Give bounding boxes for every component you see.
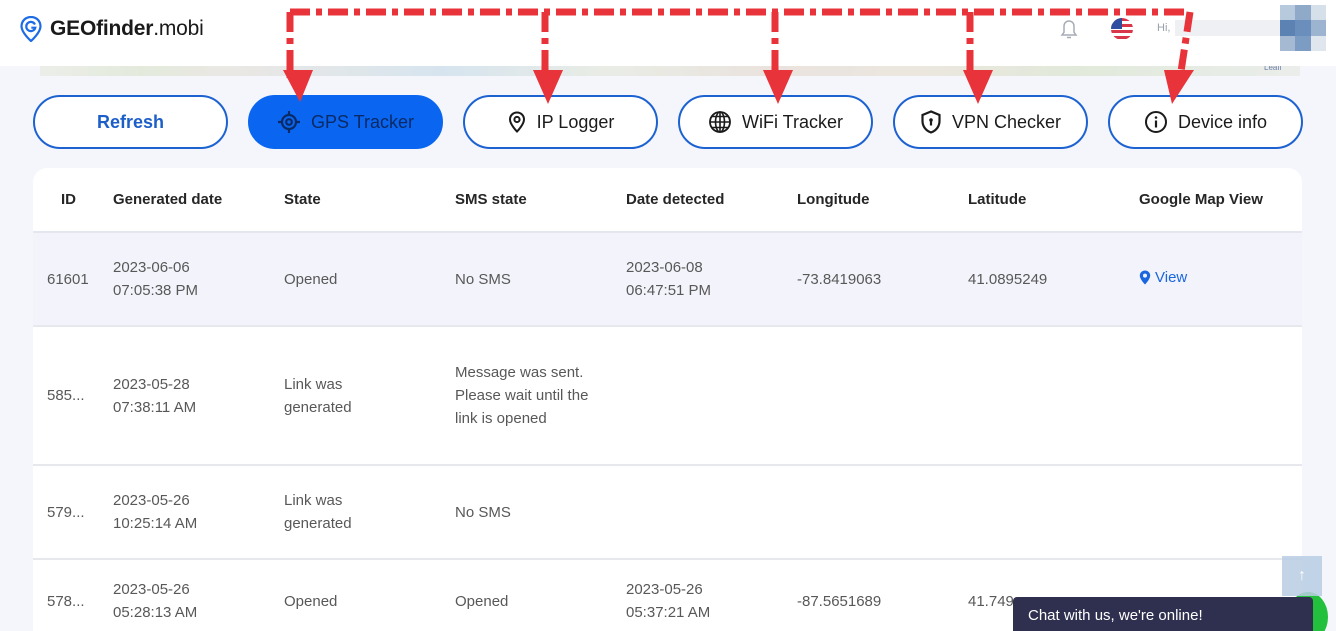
column-header-latitude[interactable]: Latitude bbox=[968, 191, 1139, 208]
detected-date: 2023-06-08 bbox=[626, 259, 703, 276]
map-view-label: View bbox=[1155, 269, 1188, 286]
site-logo[interactable]: GEOfinder.mobi bbox=[20, 16, 204, 42]
map-marker-icon bbox=[1139, 270, 1151, 285]
greeting: Hi, bbox=[1157, 22, 1171, 34]
cell-latitude: 41.0895249 bbox=[968, 270, 1048, 288]
detected-date: 2023-05-26 bbox=[626, 581, 703, 598]
chat-widget-text: Chat with us, we're online! bbox=[1028, 607, 1203, 624]
globe-icon bbox=[709, 111, 731, 133]
generated-date: 2023-05-26 bbox=[113, 492, 190, 509]
crosshair-icon bbox=[277, 111, 300, 133]
cell-id: 578... bbox=[47, 592, 85, 610]
column-header-state[interactable]: State bbox=[284, 191, 455, 208]
refresh-label: Refresh bbox=[96, 111, 165, 132]
cell-id: 61601 bbox=[47, 270, 89, 288]
avatar[interactable] bbox=[1280, 5, 1326, 51]
generated-time: 10:25:14 AM bbox=[113, 515, 198, 532]
cell-state: Opened bbox=[284, 592, 338, 610]
cell-generated-date: 2023-05-26 10:25:14 AM bbox=[113, 489, 284, 535]
cell-state: Opened bbox=[284, 270, 338, 288]
location-pin-logo-icon bbox=[20, 16, 42, 42]
table-row[interactable]: 61601 2023-06-06 07:05:38 PM Opened No S… bbox=[33, 233, 1302, 327]
info-icon bbox=[1144, 111, 1167, 133]
tab-label: Device info bbox=[1177, 111, 1268, 132]
tab-label: GPS Tracker bbox=[310, 111, 415, 132]
scroll-to-top-button[interactable]: ↑ bbox=[1282, 556, 1322, 596]
refresh-button[interactable]: Refresh bbox=[33, 95, 228, 149]
column-header-date-detected[interactable]: Date detected bbox=[626, 191, 797, 208]
column-header-map-view[interactable]: Google Map View bbox=[1139, 191, 1302, 208]
logo-bold: GEOfinder bbox=[50, 17, 154, 40]
cell-id: 579... bbox=[47, 503, 85, 521]
tab-vpn-checker[interactable]: VPN Checker bbox=[893, 95, 1088, 149]
cell-id: 585... bbox=[47, 387, 85, 404]
map-view-link[interactable]: View bbox=[1139, 266, 1187, 289]
generated-date: 2023-05-28 bbox=[113, 375, 190, 393]
arrow-up-icon: ↑ bbox=[1298, 567, 1306, 584]
tab-device-info[interactable]: Device info bbox=[1108, 95, 1303, 149]
cell-sms-state: Opened bbox=[455, 592, 509, 610]
tab-ip-logger[interactable]: IP Logger bbox=[463, 95, 658, 149]
generated-date: 2023-06-06 bbox=[113, 259, 190, 276]
column-header-sms-state[interactable]: SMS state bbox=[455, 191, 626, 208]
cell-state: Link was generated bbox=[284, 492, 352, 532]
column-header-longitude[interactable]: Longitude bbox=[797, 191, 968, 208]
cell-state: Link was generated bbox=[284, 375, 352, 416]
top-header: GEOfinder.mobi Hi, bbox=[0, 0, 1336, 66]
detected-time: 06:47:51 PM bbox=[626, 282, 712, 299]
tab-gps-tracker[interactable]: GPS Tracker bbox=[248, 95, 443, 149]
detected-time: 05:37:21 AM bbox=[626, 604, 711, 621]
column-header-id[interactable]: ID bbox=[33, 191, 113, 208]
tab-label: WiFi Tracker bbox=[742, 111, 843, 132]
table-header: ID Generated date State SMS state Date d… bbox=[33, 168, 1302, 233]
cell-longitude: -87.5651689 bbox=[797, 592, 882, 610]
cell-generated-date: 2023-06-06 07:05:38 PM bbox=[113, 256, 284, 302]
generated-time: 05:28:13 AM bbox=[113, 604, 198, 621]
cell-sms-state: No SMS bbox=[455, 503, 511, 521]
table-row[interactable]: 585... 2023-05-28 07:38:11 AM Link was g… bbox=[33, 327, 1302, 466]
gps-tracker-table: ID Generated date State SMS state Date d… bbox=[33, 168, 1302, 631]
bell-icon[interactable] bbox=[1059, 19, 1079, 41]
tab-label: IP Logger bbox=[536, 111, 615, 132]
cell-generated-date: 2023-05-26 05:28:13 AM bbox=[113, 578, 284, 624]
cell-generated-date: 2023-05-28 07:38:11 AM bbox=[113, 373, 284, 419]
shield-icon bbox=[921, 110, 941, 134]
user-name-redacted bbox=[1175, 20, 1280, 36]
location-pin-icon bbox=[508, 111, 525, 133]
generated-time: 07:38:11 AM bbox=[113, 398, 197, 416]
cell-map-view: View bbox=[1139, 266, 1302, 292]
cell-sms-state: Message was sent. Please wait until the … bbox=[455, 364, 589, 427]
table-row[interactable]: 579... 2023-05-26 10:25:14 AM Link was g… bbox=[33, 466, 1302, 560]
cell-date-detected: 2023-06-08 06:47:51 PM bbox=[626, 256, 797, 302]
chat-widget[interactable]: Chat with us, we're online! bbox=[1013, 597, 1313, 631]
cell-longitude: -73.8419063 bbox=[797, 270, 882, 288]
map-strip bbox=[40, 66, 1300, 76]
us-flag-icon[interactable] bbox=[1111, 18, 1133, 40]
tab-wifi-tracker[interactable]: WiFi Tracker bbox=[678, 95, 873, 149]
column-header-generated-date[interactable]: Generated date bbox=[113, 191, 284, 208]
generated-date: 2023-05-26 bbox=[113, 581, 190, 598]
logo-text: GEOfinder.mobi bbox=[50, 17, 204, 41]
tool-tabs: Refresh GPS Tracker IP Logger WiFi Track… bbox=[33, 95, 1303, 149]
tab-label: VPN Checker bbox=[951, 111, 1062, 132]
logo-light: .mobi bbox=[153, 17, 204, 40]
cell-sms-state: No SMS bbox=[455, 270, 511, 288]
generated-time: 07:05:38 PM bbox=[113, 282, 199, 299]
cell-date-detected: 2023-05-26 05:37:21 AM bbox=[626, 578, 797, 624]
